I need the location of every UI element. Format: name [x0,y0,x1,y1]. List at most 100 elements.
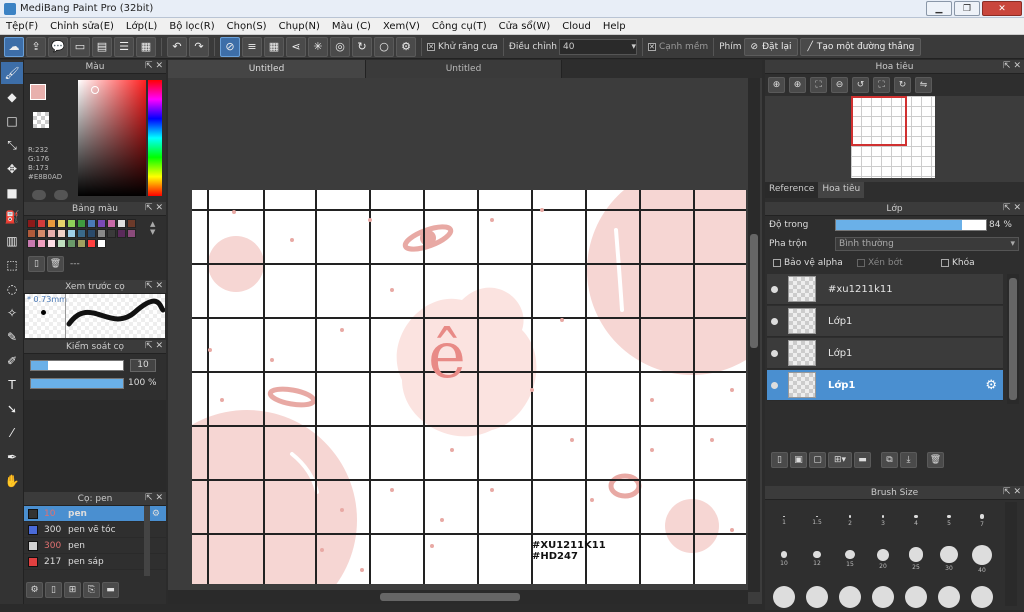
canvas-horizontal-scrollbar[interactable] [168,590,748,604]
palette-swatch[interactable] [57,229,66,238]
redo-icon[interactable]: ↷ [189,36,209,57]
new-layer-icon[interactable]: ▯ [771,452,788,468]
layer-scrollbar[interactable] [1007,274,1019,404]
lock-option[interactable]: Khóa [941,258,975,268]
palette-swatch[interactable] [97,239,106,248]
panel-controls-icon[interactable]: ⇱ ✕ [145,61,163,71]
panel-controls-icon[interactable]: ⇱ ✕ [145,493,163,503]
palette-swatch[interactable] [107,229,116,238]
flip-icon[interactable]: ⇋ [915,77,932,93]
clipping-option[interactable]: Xén bớt [857,258,903,268]
minimize-button[interactable]: ▁ [926,1,952,16]
merge-layer-icon[interactable]: ⤓ [900,452,917,468]
eye-icon[interactable] [771,285,778,293]
brush-size-preset[interactable]: 10 [769,544,799,574]
magic-wand-tool-icon[interactable]: ✧ [1,302,23,324]
share-icon[interactable]: ⇪ [26,36,46,57]
brush-size-preset[interactable] [868,582,898,612]
brush-size-preset[interactable]: 4 [901,506,931,536]
copy-brush-icon[interactable]: ⎘ [83,582,100,598]
lock-checkbox[interactable] [941,259,949,267]
brush-size-preset[interactable]: 12 [802,544,832,574]
menu-cloud[interactable]: Cloud [556,21,597,32]
new-halftone-layer-icon[interactable]: ▣ [790,452,807,468]
palette-swatch[interactable] [37,219,46,228]
palette-swatch[interactable] [27,219,36,228]
new-8bit-layer-icon[interactable]: ▢ [809,452,826,468]
cloud-icon[interactable]: ☁ [4,36,24,57]
brush-size-preset[interactable] [802,582,832,612]
transparent-color-swatch[interactable] [33,112,49,128]
dropper-tool-icon[interactable]: ⁄ [1,422,23,444]
layer-row[interactable]: Lớp1 [767,338,1003,369]
eraser-tool-icon[interactable]: ◆ [1,86,23,108]
menu-layer[interactable]: Lớp(L) [120,21,163,32]
clipping-checkbox[interactable] [857,259,865,267]
menu-edit[interactable]: Chỉnh sửa(E) [44,21,120,32]
select-pen-tool-icon[interactable]: ✎ [1,326,23,348]
rotate-right-icon[interactable]: ↻ [894,77,911,93]
layer-opacity-slider[interactable] [835,219,987,231]
antialias-option[interactable]: ✕ Khử răng cưa [427,42,498,52]
text-tool-icon[interactable]: T [1,374,23,396]
palette-swatch[interactable] [87,239,96,248]
gear-icon[interactable]: ⚙ [152,509,160,519]
tab-untitled-1[interactable]: Untitled [168,60,366,78]
brush-size-preset[interactable]: 25 [901,544,931,574]
grid-layout-icon[interactable]: ▦ [136,36,156,57]
canvas[interactable]: ê #XU1211K11 #HD247 [192,190,746,584]
rectangle-tool-icon[interactable]: □ [1,110,23,132]
zoom-in-icon[interactable]: ⊕ [768,77,785,93]
brush-size-preset[interactable]: 40 [967,544,997,574]
add-brush-icon[interactable]: ⊞ [64,582,81,598]
canvas-vertical-scrollbar[interactable] [748,78,760,592]
maximize-button[interactable]: ❐ [954,1,980,16]
brush-size-preset[interactable]: 1 [769,506,799,536]
palette-swatch[interactable] [87,219,96,228]
brush-size-preset[interactable] [835,582,865,612]
menu-tools[interactable]: Công cụ(T) [426,21,493,32]
palette-swatch[interactable] [67,219,76,228]
brush-size-value[interactable]: 10 [130,359,156,372]
duplicate-layer-icon[interactable]: ⧉ [881,452,898,468]
panel-controls-icon[interactable]: ⇱ ✕ [1003,203,1021,213]
parallel-snap-icon[interactable]: ≡ [242,36,262,57]
page-icon[interactable]: ▤ [92,36,112,57]
brush-size-preset[interactable]: 2 [835,506,865,536]
palette-swatch[interactable] [87,229,96,238]
antialias-checkbox[interactable]: ✕ [427,42,435,51]
brush-size-preset[interactable]: 1.5 [802,506,832,536]
ellipse-snap-icon[interactable]: ○ [374,36,394,57]
brush-size-preset[interactable] [901,582,931,612]
close-button[interactable]: ✕ [982,1,1022,16]
tab-untitled-2[interactable]: Untitled [366,60,562,78]
palette-swatch[interactable] [67,229,76,238]
tab-navigator[interactable]: Hoa tiêu [818,182,865,198]
panel-controls-icon[interactable]: ⇱ ✕ [145,341,163,351]
menu-select[interactable]: Chọn(S) [221,21,273,32]
brush-size-preset[interactable] [967,582,997,612]
palette-swatch[interactable] [27,239,36,248]
menu-filter[interactable]: Bộ lọc(R) [163,21,220,32]
operation-tool-icon[interactable]: ➘ [1,398,23,420]
canvas-vertical-scroll-thumb[interactable] [750,234,758,348]
palette-swatch[interactable] [97,219,106,228]
list-icon[interactable]: ☰ [114,36,134,57]
palette-scrollbar[interactable]: ▲ ▼ [150,220,158,248]
panel-controls-icon[interactable]: ⇱ ✕ [145,281,163,291]
pen-tool-icon[interactable]: ✒ [1,446,23,468]
radial-snap-icon[interactable]: ✳ [308,36,328,57]
menu-color[interactable]: Màu (C) [326,21,377,32]
blend-mode-dropdown[interactable]: Bình thường ▾ [835,237,1019,251]
layer-scroll-thumb[interactable] [1009,278,1017,400]
palette-swatch[interactable] [67,239,76,248]
snap-settings-icon[interactable]: ⚙ [396,36,416,57]
brush-size-preset[interactable]: 30 [934,544,964,574]
curve-snap-icon[interactable]: ↻ [352,36,372,57]
hue-slider[interactable] [148,80,162,196]
select-eraser-tool-icon[interactable]: ✐ [1,350,23,372]
gear-icon[interactable]: ⚙ [985,378,997,393]
palette-swatch[interactable] [117,219,126,228]
tab-reference[interactable]: Reference [765,182,819,198]
soft-edge-checkbox[interactable]: ✕ [647,42,656,51]
